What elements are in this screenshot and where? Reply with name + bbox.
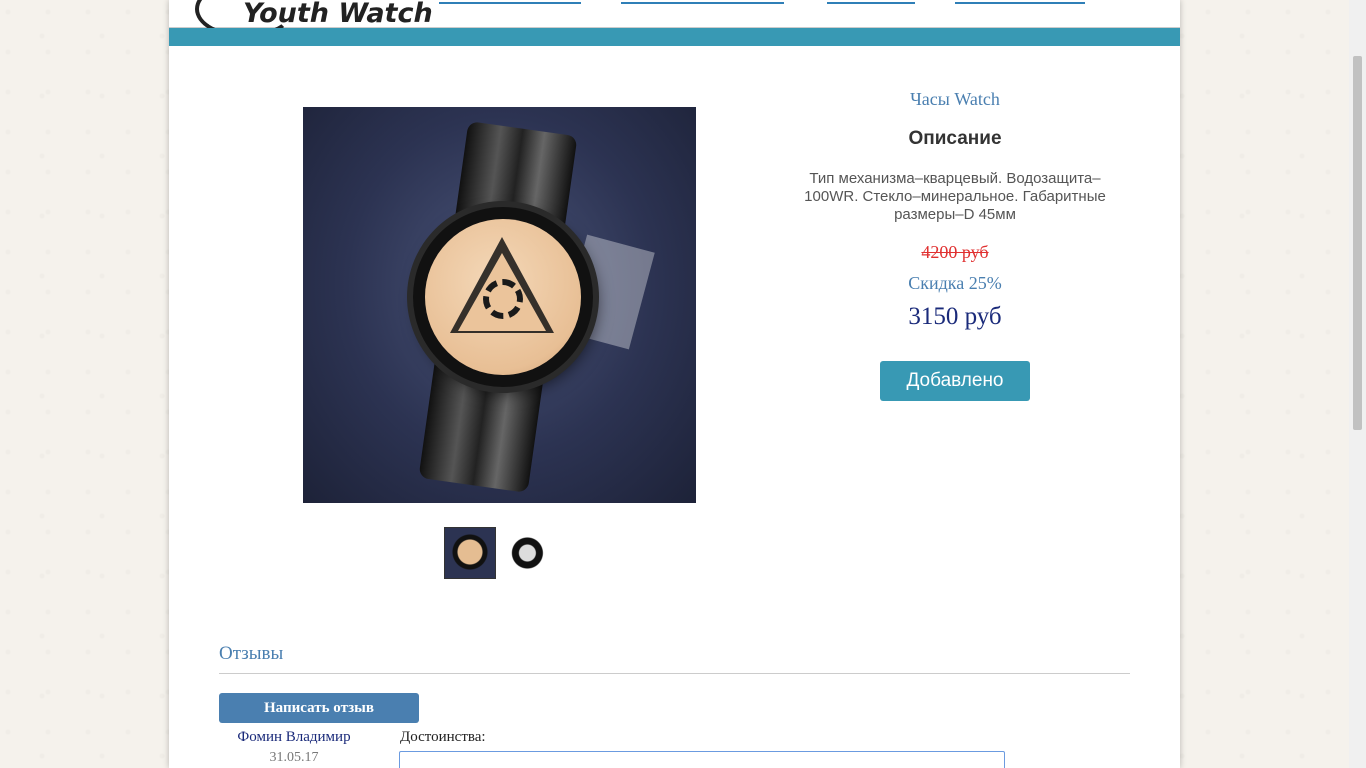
site-header: Youth Watch <box>169 0 1180 38</box>
discount-label: Скидка 25% <box>908 273 1002 293</box>
pros-field[interactable] <box>399 751 1005 768</box>
vertical-scrollbar[interactable] <box>1349 0 1366 768</box>
gear-icon <box>483 279 523 319</box>
nav-item-3[interactable] <box>827 0 915 4</box>
description-text: Тип механизма–кварцевый. Водозащита–100W… <box>804 170 1106 223</box>
old-price: 4200 руб <box>921 242 989 262</box>
reviews-heading: Отзывы <box>219 643 284 664</box>
page-container: Youth Watch Часы Watch Описание Тип меха… <box>169 0 1180 768</box>
thumbnail-2[interactable] <box>504 527 556 579</box>
thumbnail-1[interactable] <box>444 527 496 579</box>
reviews-divider <box>219 673 1130 674</box>
pros-label: Достоинства: <box>400 729 486 745</box>
review-author: Фомин Владимир <box>237 729 351 745</box>
product-title: Часы Watch <box>910 89 1000 109</box>
description-heading: Описание <box>908 128 1002 149</box>
add-to-cart-button[interactable]: Добавлено <box>880 361 1030 401</box>
watch-dial <box>425 219 581 375</box>
write-review-button[interactable]: Написать отзыв <box>219 693 419 723</box>
scrollbar-thumb[interactable] <box>1353 56 1362 430</box>
header-band <box>169 28 1180 46</box>
nav-item-2[interactable] <box>621 0 784 4</box>
current-price: 3150 руб <box>908 303 1002 330</box>
nav-item-1[interactable] <box>439 0 581 4</box>
nav-item-4[interactable] <box>955 0 1085 4</box>
watch-case <box>413 207 593 387</box>
product-main-image[interactable] <box>303 107 696 503</box>
logo-text: Youth Watch <box>243 0 433 29</box>
review-date: 31.05.17 <box>269 750 319 765</box>
